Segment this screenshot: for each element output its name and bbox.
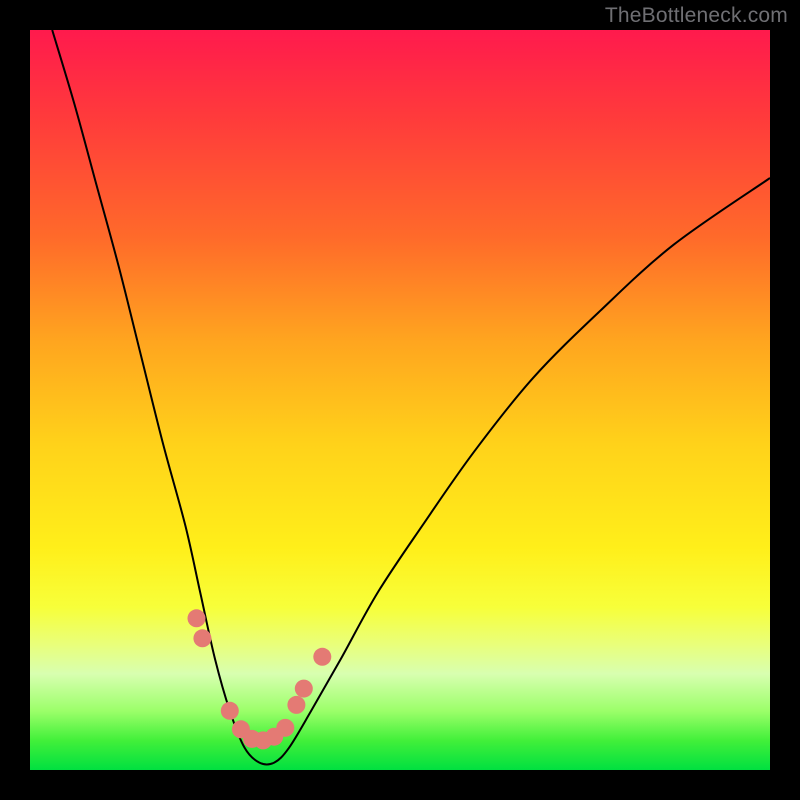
- curve-layer: [30, 30, 770, 770]
- data-marker: [221, 702, 239, 720]
- data-marker: [287, 696, 305, 714]
- data-marker: [188, 609, 206, 627]
- plot-area: [30, 30, 770, 770]
- data-marker: [276, 719, 294, 737]
- data-marker: [295, 680, 313, 698]
- bottleneck-curve: [52, 30, 770, 764]
- chart-frame: TheBottleneck.com: [0, 0, 800, 800]
- data-marker: [313, 648, 331, 666]
- data-marker: [193, 629, 211, 647]
- watermark-text: TheBottleneck.com: [605, 4, 788, 28]
